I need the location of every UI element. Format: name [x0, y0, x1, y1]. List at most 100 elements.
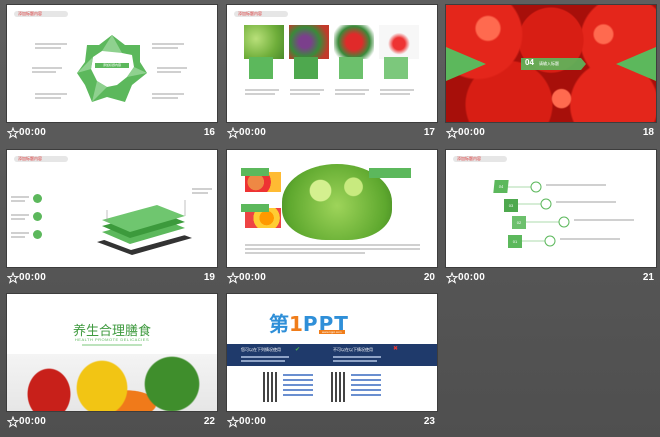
forbidden-header: 不可以在以下情况使用	[333, 347, 373, 352]
text-line	[546, 184, 606, 186]
text-line	[157, 71, 181, 73]
text-line	[35, 97, 61, 99]
text-line	[245, 248, 420, 250]
text-line	[245, 93, 275, 95]
logo-first-char: 第	[269, 312, 289, 336]
slide-thumbnail-22[interactable]: 养生合理膳食 HEALTH PROMOTE DELICACIES 00:00 2…	[7, 294, 217, 432]
slide-preview[interactable]: 04 请输入标题	[446, 5, 656, 122]
caption-box	[241, 168, 269, 176]
caption-box	[249, 57, 273, 79]
text-line	[290, 93, 320, 95]
play-animation-icon[interactable]	[446, 127, 458, 139]
section-title: 请输入标题	[539, 61, 559, 66]
slide-timing: 00:00	[239, 416, 267, 427]
center-label: 添加标题内容	[95, 63, 129, 68]
play-animation-icon[interactable]	[227, 272, 239, 284]
slide-meta: 00:00 18	[446, 127, 656, 141]
link-line	[351, 384, 381, 386]
check-icon: ✔	[295, 347, 301, 353]
text-line	[560, 238, 620, 240]
slide-meta: 00:00 22	[7, 416, 217, 430]
play-animation-icon[interactable]	[446, 272, 458, 284]
slide-thumbnail-21[interactable]: 添加标题内容 04 03 02 01 00:00 21	[446, 150, 656, 288]
text-line	[245, 252, 365, 254]
slide-thumbnail-20[interactable]: 00:00 20	[227, 150, 437, 288]
slide-number: 22	[203, 416, 215, 427]
qr-code	[263, 372, 279, 402]
slide-timing: 00:00	[239, 272, 267, 283]
slide-number: 17	[423, 127, 435, 138]
text-line	[245, 244, 420, 246]
text-line	[35, 93, 67, 95]
slide-thumbnail-17[interactable]: 添加标题内容 00:00 17	[227, 5, 437, 143]
caption-box	[294, 57, 318, 79]
text-line	[152, 47, 178, 49]
text-line	[152, 43, 184, 45]
slide-timing: 00:00	[239, 127, 267, 138]
link-line	[351, 379, 381, 381]
text-line	[574, 219, 634, 221]
text-line	[380, 89, 414, 91]
slide-timing: 00:00	[458, 272, 486, 283]
text-line	[241, 360, 285, 362]
slide-meta: 00:00 23	[227, 416, 437, 430]
slide-timing: 00:00	[19, 127, 47, 138]
slide-preview[interactable]: 添加标题内容 添加标题内容	[7, 5, 217, 122]
link-line	[351, 374, 381, 376]
play-animation-icon[interactable]	[227, 416, 239, 428]
text-line	[333, 356, 381, 358]
text-line	[152, 93, 184, 95]
play-animation-icon[interactable]	[7, 416, 19, 428]
slide-thumbnail-23[interactable]: 第1PPT www.1ppt.com 您可以在下列情况使用 ✔ 不可以在以下情况…	[227, 294, 437, 432]
text-line	[192, 192, 208, 194]
caption-box	[241, 204, 269, 212]
text-line	[380, 93, 410, 95]
slide-thumbnail-19[interactable]: 添加标题内容 00:00 19	[7, 150, 217, 288]
slide-preview[interactable]	[227, 150, 437, 267]
play-animation-icon[interactable]	[7, 272, 19, 284]
allowed-header: 您可以在下列情况使用	[241, 347, 281, 352]
slide-meta: 00:00 21	[446, 272, 656, 286]
text-line	[335, 93, 365, 95]
slide-timing: 00:00	[19, 416, 47, 427]
vegetables-image	[289, 25, 329, 59]
slide-timing: 00:00	[19, 272, 47, 283]
link-line	[351, 394, 381, 396]
slide-thumbnail-18[interactable]: 04 请输入标题 00:00 18	[446, 5, 656, 143]
link-line	[283, 394, 313, 396]
logo-url: www.1ppt.com	[319, 330, 345, 334]
slide-preview[interactable]: 添加标题内容	[7, 150, 217, 267]
slide-number: 21	[642, 272, 654, 283]
link-line	[283, 379, 313, 381]
caption-box	[339, 57, 363, 79]
slide-number: 20	[423, 272, 435, 283]
text-line	[290, 89, 324, 91]
qr-code	[331, 372, 347, 402]
slide-meta: 00:00 16	[7, 127, 217, 141]
text-line	[32, 71, 56, 73]
caption-box	[369, 168, 411, 178]
tomato-image	[379, 25, 419, 59]
text-line	[245, 89, 279, 91]
step-connectors	[508, 181, 570, 247]
slide-number: 16	[203, 127, 215, 138]
slide-subtitle: HEALTH PROMOTE DELICACIES	[74, 337, 150, 342]
green-banner: 04 请输入标题	[446, 47, 656, 81]
text-line	[35, 47, 61, 49]
logo-digit: 1	[289, 312, 303, 336]
link-line	[283, 384, 313, 386]
cross-icon: ✖	[393, 346, 399, 352]
slide-tag: 添加标题内容	[234, 11, 288, 17]
slide-thumbnail-16[interactable]: 添加标题内容 添加标题内容 00:00 16	[7, 5, 217, 143]
slide-preview[interactable]: 第1PPT www.1ppt.com 您可以在下列情况使用 ✔ 不可以在以下情况…	[227, 294, 437, 411]
play-animation-icon[interactable]	[227, 127, 239, 139]
slide-preview[interactable]: 添加标题内容 04 03 02 01	[446, 150, 656, 267]
text-line	[556, 201, 616, 203]
lettuce-image	[244, 25, 284, 59]
slide-preview[interactable]: 养生合理膳食 HEALTH PROMOTE DELICACIES	[7, 294, 217, 411]
slide-preview[interactable]: 添加标题内容	[227, 5, 437, 122]
peppers-image	[334, 25, 374, 59]
play-animation-icon[interactable]	[7, 127, 19, 139]
slide-meta: 00:00 19	[7, 272, 217, 286]
text-line	[335, 89, 369, 91]
